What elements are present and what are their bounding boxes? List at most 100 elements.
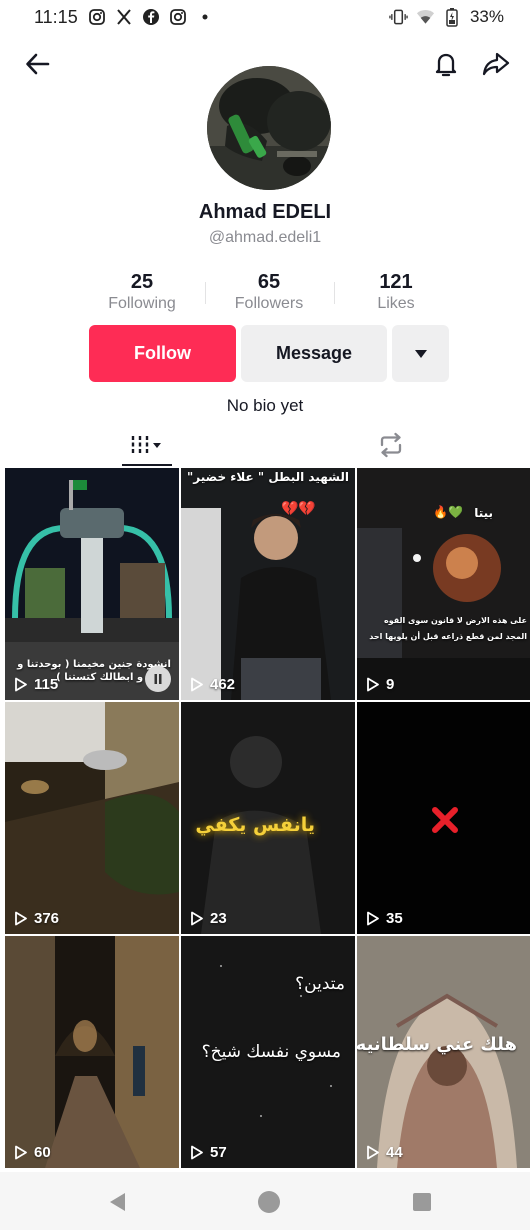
system-back-button[interactable] [105, 1190, 129, 1214]
battery-icon [443, 8, 462, 27]
view-count: 376 [14, 910, 59, 927]
share-button[interactable] [476, 44, 516, 84]
stat-likes[interactable]: 121 Likes [336, 270, 456, 314]
play-icon [191, 677, 203, 692]
system-home-button[interactable] [257, 1190, 281, 1214]
view-count: 115 [14, 676, 58, 693]
play-icon [367, 911, 379, 926]
stat-divider [334, 282, 335, 304]
tab-videos[interactable] [122, 424, 172, 466]
video-grid: انشودة جنين مخيمنا ( بوحدتنا و قوتنا و ا… [5, 468, 530, 1172]
view-count-value: 23 [210, 910, 227, 927]
stat-followers-value: 65 [257, 271, 281, 293]
video-thumbnail[interactable]: هلك عني سلطانيه 44 [357, 936, 530, 1168]
video-thumbnail[interactable]: انشودة جنين مخيمنا ( بوحدتنا و قوتنا و ا… [5, 468, 179, 700]
video-thumbnail[interactable]: بيتا 🔥💚 على هذه الارض لا قانون سوى القوه… [357, 468, 530, 700]
stat-likes-label: Likes [377, 295, 415, 312]
stat-following[interactable]: 25 Following [82, 270, 202, 314]
view-count-value: 9 [386, 676, 395, 693]
video-caption-line2: على هذه الارض لا قانون سوى القوه [384, 616, 527, 625]
instagram-icon [169, 8, 188, 27]
view-count-value: 462 [210, 676, 236, 693]
back-button[interactable] [18, 44, 58, 84]
system-recents-button[interactable] [410, 1190, 434, 1214]
facebook-icon [142, 8, 161, 27]
view-count: 44 [366, 1144, 403, 1161]
system-nav-bar [0, 1172, 530, 1230]
square-recents-icon [413, 1193, 431, 1211]
follow-button[interactable]: Follow [89, 325, 236, 382]
play-icon [15, 911, 27, 926]
view-count: 35 [366, 910, 403, 927]
status-time: 11:15 [34, 6, 78, 27]
sound-button[interactable] [145, 666, 171, 692]
wifi-icon [416, 8, 435, 27]
video-caption: متدين؟ [295, 974, 345, 994]
profile-stats: 25 Following 65 Followers 121 Likes [0, 270, 530, 316]
video-caption: يانفس يكفي [195, 814, 315, 836]
video-thumbnail[interactable]: 35 [357, 702, 530, 934]
triangle-back-icon [110, 1193, 125, 1211]
video-thumbnail[interactable]: 376 [5, 702, 179, 934]
play-icon [15, 1145, 27, 1160]
play-icon [191, 911, 203, 926]
play-icon [15, 677, 27, 692]
view-count: 60 [14, 1144, 51, 1161]
share-icon [482, 52, 510, 76]
video-caption-line2: مسوي نفسك شيخ؟ [201, 1042, 341, 1062]
view-count-value: 115 [34, 676, 59, 693]
emoji-icons: 🔥💚 [433, 505, 463, 519]
status-bar: 11:15 33% [0, 0, 530, 34]
view-count: 9 [366, 676, 394, 693]
battery-percent: 33% [469, 7, 504, 26]
stat-following-value: 25 [130, 271, 154, 293]
status-right: 33% [389, 7, 504, 27]
stat-followers[interactable]: 65 Followers [209, 270, 329, 314]
video-thumbnail[interactable]: 60 [5, 936, 179, 1168]
play-icon [367, 1145, 379, 1160]
x-icon [115, 8, 134, 27]
video-caption: هلك عني سلطانيه [357, 1034, 517, 1055]
videos-grid-icon [131, 436, 161, 454]
view-count: 57 [190, 1144, 227, 1161]
status-left: 11:15 [34, 7, 215, 28]
stat-divider [205, 282, 206, 304]
stat-followers-label: Followers [234, 295, 304, 312]
instagram-icon [88, 8, 107, 27]
view-count: 462 [190, 676, 235, 693]
caret-down-icon [414, 349, 427, 358]
tab-videos-indicator [122, 464, 172, 466]
video-thumbnail[interactable]: الشهيد البطل " علاء خضير" 💔💔 462 [181, 468, 355, 700]
profile-tabs [0, 424, 530, 468]
view-count: 23 [190, 910, 227, 927]
view-count-value: 35 [386, 910, 403, 927]
dot-icon [196, 8, 215, 27]
circle-home-icon [258, 1191, 280, 1213]
video-caption: الشهيد البطل " علاء خضير" [187, 470, 349, 484]
profile-actions: Follow Message [0, 325, 530, 383]
vibrate-icon [389, 8, 408, 27]
view-count-value: 44 [386, 1144, 403, 1161]
pause-icon [154, 674, 162, 684]
stat-likes-value: 121 [379, 271, 413, 293]
video-thumbnail[interactable]: متدين؟ مسوي نفسك شيخ؟ 57 [181, 936, 355, 1168]
bell-icon [435, 53, 457, 77]
tab-reposts[interactable] [366, 424, 416, 466]
back-arrow-icon [26, 53, 50, 75]
video-thumbnail[interactable]: يانفس يكفي 23 [181, 702, 355, 934]
broken-heart-icon: 💔💔 [281, 500, 316, 516]
notifications-button[interactable] [426, 44, 466, 84]
suggested-accounts-button[interactable] [392, 325, 449, 382]
video-caption-line3: المجد لمن قطع ذراعه قبل أن يلويها احد [369, 632, 527, 641]
play-icon [191, 1145, 203, 1160]
repost-icon [380, 432, 402, 458]
play-icon [367, 677, 379, 692]
bio-text: No bio yet [226, 396, 304, 415]
message-button[interactable]: Message [241, 325, 387, 382]
view-count-value: 376 [34, 910, 60, 927]
username-handle: @ahmad.edeli1 [208, 229, 322, 246]
avatar[interactable] [207, 66, 331, 190]
display-name: Ahmad EDELI [198, 201, 332, 223]
view-count-value: 60 [34, 1144, 51, 1161]
stat-following-label: Following [108, 295, 176, 312]
